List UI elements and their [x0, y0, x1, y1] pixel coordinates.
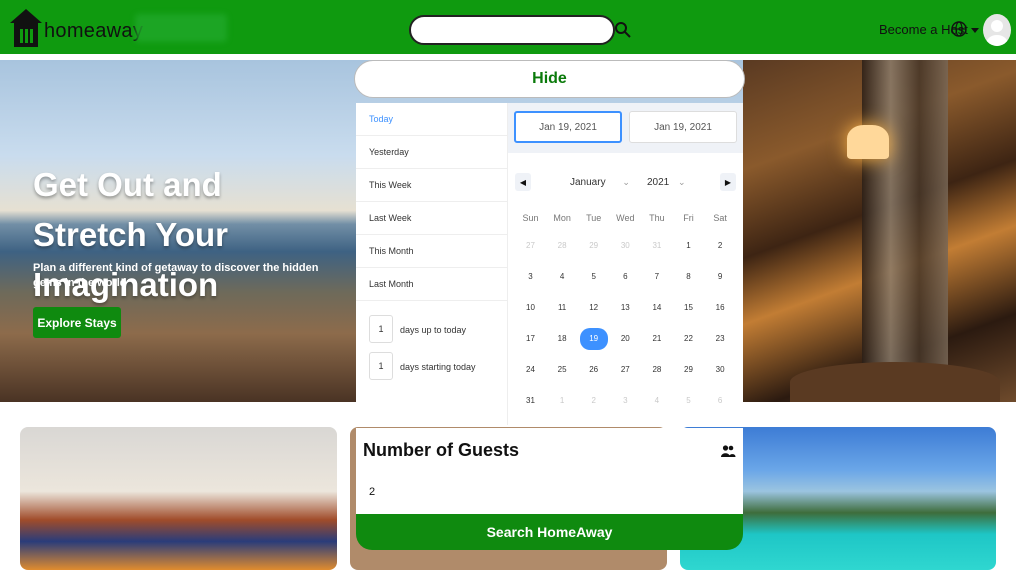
lamp	[847, 125, 889, 159]
days-up-to-today-label: days up to today	[400, 325, 467, 335]
guests-title: Number of Guests	[363, 440, 520, 460]
chevron-down-icon: ⌄	[678, 177, 686, 187]
rock-pillar	[862, 60, 948, 402]
calendar-day[interactable]: 18	[548, 328, 576, 350]
range-yesterday[interactable]: Yesterday	[356, 136, 507, 169]
calendar-day[interactable]: 31	[517, 390, 545, 412]
weekday-label: Sat	[713, 213, 727, 223]
start-date-field[interactable]: Jan 19, 2021	[514, 111, 622, 143]
range-this-week[interactable]: This Week	[356, 169, 507, 202]
globe-icon[interactable]	[951, 21, 967, 37]
range-this-month[interactable]: This Month	[356, 235, 507, 268]
chevron-down-icon[interactable]	[971, 28, 979, 33]
search-icon[interactable]	[614, 21, 632, 39]
calendar-day: 31	[652, 241, 662, 250]
hero-subtitle: Plan a different kind of getaway to disc…	[33, 262, 319, 289]
top-navbar: homeaway Become a Host	[0, 0, 1016, 54]
calendar-day[interactable]: 17	[517, 328, 545, 350]
calendar-day[interactable]: 5	[580, 266, 608, 288]
calendar-day[interactable]: 4	[548, 266, 576, 288]
calendar-day[interactable]: 25	[548, 359, 576, 381]
calendar-day: 30	[620, 241, 630, 250]
prev-month-button[interactable]: ◀	[515, 173, 531, 191]
range-last-week[interactable]: Last Week	[356, 202, 507, 235]
user-icon	[986, 20, 1008, 46]
days-up-to-today-input[interactable]: 1	[369, 315, 393, 343]
calendar-day: 2	[591, 396, 596, 405]
year-select[interactable]: 2021 ⌄	[647, 177, 686, 188]
calendar-day[interactable]: 20	[611, 328, 639, 350]
calendar-day[interactable]: 15	[675, 297, 703, 319]
calendar: Jan 19, 2021 Jan 19, 2021 ◀ ▶ January ⌄ …	[508, 103, 743, 425]
house-logo-icon	[10, 9, 42, 47]
calendar-day[interactable]: 22	[675, 328, 703, 350]
search-input[interactable]	[409, 15, 615, 45]
weekday-label: Wed	[616, 213, 635, 223]
calendar-day[interactable]: 30	[706, 359, 734, 381]
hot-tub	[790, 362, 1000, 402]
brand-name: homeaway	[44, 20, 144, 42]
weekday-label: Fri	[683, 213, 694, 223]
static-ranges: Today Yesterday This Week Last Week This…	[356, 103, 508, 425]
guests-panel: Number of Guests 2	[356, 428, 743, 514]
end-date-field[interactable]: Jan 19, 2021	[629, 111, 737, 143]
calendar-day[interactable]: 13	[611, 297, 639, 319]
destination-card-carnival[interactable]	[20, 427, 337, 570]
calendar-day[interactable]: 14	[643, 297, 671, 319]
calendar-day[interactable]: 23	[706, 328, 734, 350]
month-select[interactable]: January ⌄	[570, 177, 630, 188]
calendar-day[interactable]: 26	[580, 359, 608, 381]
calendar-day: 1	[559, 396, 565, 405]
weekday-label: Mon	[553, 213, 571, 223]
range-last-month[interactable]: Last Month	[356, 268, 507, 301]
logo[interactable]: homeaway	[8, 7, 143, 49]
calendar-day[interactable]: 24	[517, 359, 545, 381]
calendar-day[interactable]: 12	[580, 297, 608, 319]
weekday-label: Thu	[649, 213, 665, 223]
calendar-day: 5	[686, 396, 691, 405]
date-range-picker: Today Yesterday This Week Last Week This…	[356, 103, 743, 425]
calendar-day[interactable]: 1	[675, 235, 703, 257]
calendar-day: 6	[717, 396, 723, 405]
chevron-down-icon: ⌄	[622, 177, 630, 187]
calendar-day[interactable]: 28	[643, 359, 671, 381]
calendar-day: 28	[557, 241, 567, 250]
month-value: January	[570, 177, 606, 188]
calendar-grid: ◀ ▶ January ⌄ 2021 ⌄ Sun Mon Tue Wed Thu Fri S…	[508, 153, 743, 425]
calendar-day[interactable]: 21	[643, 328, 671, 350]
calendar-day[interactable]: 8	[675, 266, 703, 288]
next-month-button[interactable]: ▶	[720, 173, 736, 191]
calendar-day: 3	[623, 396, 628, 405]
user-avatar[interactable]	[983, 14, 1011, 46]
blurred-area	[135, 14, 227, 42]
calendar-day[interactable]: 9	[706, 266, 734, 288]
hide-label: Hide	[532, 70, 567, 87]
year-value: 2021	[647, 177, 670, 188]
weekday-label: Tue	[586, 213, 602, 223]
calendar-day[interactable]: 29	[675, 359, 703, 381]
calendar-day[interactable]: 6	[611, 266, 639, 288]
calendar-day[interactable]: 19	[579, 328, 608, 350]
calendar-day[interactable]: 7	[643, 266, 671, 288]
calendar-day[interactable]: 27	[611, 359, 639, 381]
calendar-day[interactable]: 3	[517, 266, 545, 288]
search-homeaway-button[interactable]: Search HomeAway	[356, 514, 743, 550]
calendar-day[interactable]: 16	[706, 297, 734, 319]
explore-stays-button[interactable]: Explore Stays	[33, 307, 121, 338]
calendar-day[interactable]: 11	[548, 297, 576, 319]
calendar-day: 4	[654, 396, 660, 405]
calendar-day[interactable]: 2	[706, 235, 734, 257]
calendar-day: 27	[526, 241, 535, 250]
calendar-day[interactable]: 10	[517, 297, 545, 319]
hide-button[interactable]: Hide	[354, 60, 745, 98]
calendar-day: 29	[589, 241, 599, 250]
people-icon	[721, 445, 736, 457]
range-today[interactable]: Today	[356, 103, 507, 136]
guest-count-input[interactable]: 2	[369, 486, 375, 498]
days-starting-today-label: days starting today	[400, 362, 476, 372]
days-starting-today-input[interactable]: 1	[369, 352, 393, 380]
weekday-label: Sun	[522, 213, 539, 223]
